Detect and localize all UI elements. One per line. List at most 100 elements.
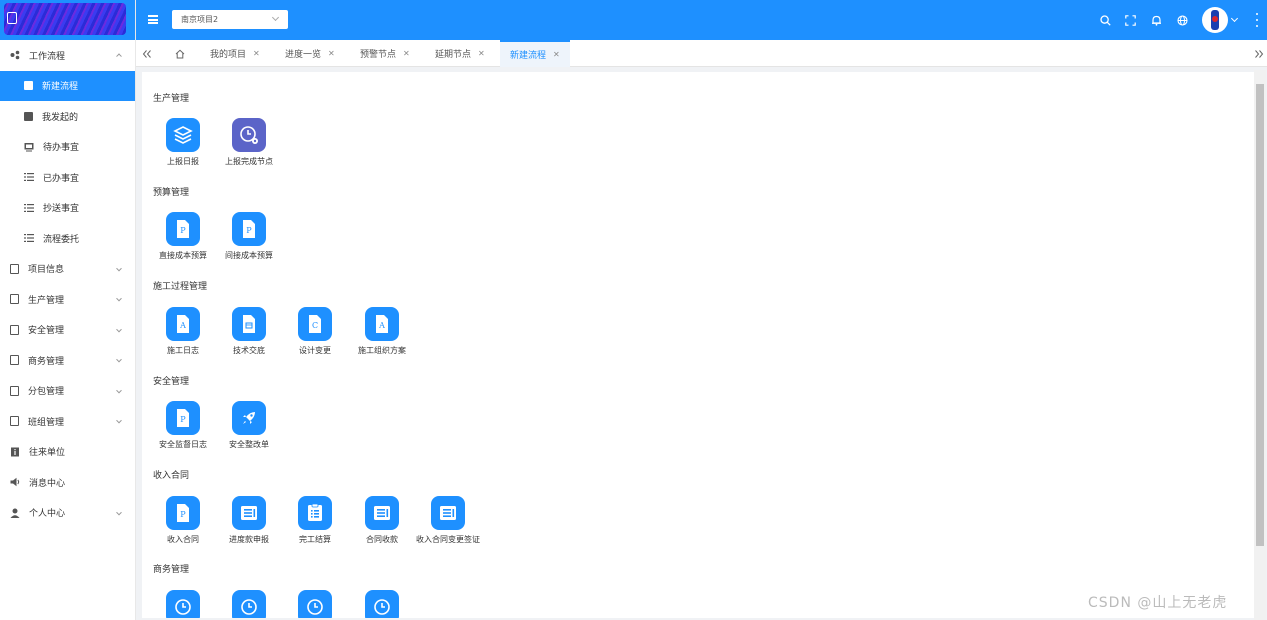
sidebar-item-label: 新建流程 bbox=[42, 82, 79, 93]
app-contract-change-visa[interactable]: 收入合同变更签证 bbox=[413, 496, 483, 545]
sidebar-item-label: 我发起的 bbox=[42, 112, 79, 123]
tab-warning-nodes[interactable]: 预警节点 ✕ bbox=[350, 40, 420, 67]
app-tech-briefing[interactable]: 技术交底 bbox=[214, 307, 284, 356]
app-design-change[interactable]: C 设计变更 bbox=[280, 307, 350, 356]
app-progress-payment[interactable]: 进度款申报 bbox=[214, 496, 284, 545]
bell-icon[interactable] bbox=[1149, 13, 1163, 27]
close-icon[interactable]: ✕ bbox=[553, 50, 560, 59]
close-icon[interactable]: ✕ bbox=[478, 49, 485, 58]
app-label: 收入合同 bbox=[167, 535, 199, 544]
close-icon[interactable]: ✕ bbox=[328, 49, 335, 58]
tab-my-projects[interactable]: 我的项目 ✕ bbox=[200, 40, 270, 67]
app-completion-settlement[interactable]: 完工结算 bbox=[280, 496, 350, 545]
sidebar-item-my-started[interactable]: 我发起的 bbox=[0, 101, 135, 132]
tabs-scroll-left-icon[interactable] bbox=[136, 40, 158, 67]
tab-label: 我的项目 bbox=[210, 50, 247, 60]
file-p-icon: P bbox=[166, 496, 200, 530]
sidebar-item-todo[interactable]: 待办事宜 bbox=[0, 132, 135, 163]
sidebar-item-workflow[interactable]: 工作流程 bbox=[0, 40, 135, 71]
tabs-scroll-right-icon[interactable] bbox=[1248, 40, 1267, 67]
sidebar-item-new-process[interactable]: 新建流程 bbox=[0, 70, 135, 101]
home-icon[interactable] bbox=[175, 48, 185, 59]
search-icon[interactable] bbox=[1098, 13, 1112, 27]
app-direct-cost-budget[interactable]: P 直接成本预算 bbox=[148, 212, 218, 261]
svg-text:A: A bbox=[179, 321, 186, 330]
svg-text:P: P bbox=[246, 226, 252, 235]
tab-label: 预警节点 bbox=[360, 50, 397, 60]
tab-delayed-nodes[interactable]: 延期节点 ✕ bbox=[425, 40, 495, 67]
app-business-item[interactable] bbox=[148, 590, 218, 618]
tab-new-process[interactable]: 新建流程 ✕ bbox=[500, 40, 570, 67]
globe-icon[interactable] bbox=[1175, 13, 1189, 27]
tab-progress-overview[interactable]: 进度一览 ✕ bbox=[275, 40, 345, 67]
app-label: 设计变更 bbox=[299, 346, 331, 355]
app-safety-log[interactable]: P 安全监督日志 bbox=[148, 401, 218, 450]
list-icon bbox=[24, 203, 34, 213]
svg-text:P: P bbox=[180, 510, 186, 519]
app-contract-receipt[interactable]: 合同收款 bbox=[347, 496, 417, 545]
chevron-down-icon bbox=[116, 509, 122, 516]
watermark: CSDN @山上无老虎 bbox=[1088, 595, 1228, 611]
sidebar-item-messages[interactable]: 消息中心 bbox=[0, 467, 135, 498]
app-label: 施工组织方案 bbox=[358, 346, 406, 355]
tab-label: 新建流程 bbox=[510, 51, 547, 61]
sidebar-item-business[interactable]: 商务管理 bbox=[0, 345, 135, 376]
sidebar-item-profile[interactable]: 个人中心 bbox=[0, 498, 135, 529]
sidebar-item-done[interactable]: 已办事宜 bbox=[0, 162, 135, 193]
app-label: 收入合同变更签证 bbox=[416, 535, 480, 544]
svg-text:P: P bbox=[180, 226, 186, 235]
section-title: 收入合同 bbox=[153, 471, 190, 481]
chevron-down-icon bbox=[116, 357, 122, 363]
sidebar-item-label: 待办事宜 bbox=[43, 143, 80, 154]
sidebar-item-safety[interactable]: 安全管理 bbox=[0, 315, 135, 346]
close-icon[interactable]: ✕ bbox=[403, 49, 410, 58]
avatar[interactable] bbox=[1202, 7, 1228, 33]
app-label: 技术交底 bbox=[233, 346, 265, 355]
chevron-down-icon[interactable] bbox=[1230, 14, 1239, 23]
document-icon bbox=[10, 294, 19, 305]
sidebar-item-label: 分包管理 bbox=[28, 387, 65, 398]
sidebar-item-label: 抄送事宜 bbox=[43, 204, 80, 215]
sidebar-item-production[interactable]: 生产管理 bbox=[0, 284, 135, 315]
app-safety-rectification[interactable]: 安全整改单 bbox=[214, 401, 284, 450]
project-select[interactable]: 南京项目2 bbox=[172, 10, 288, 29]
document-icon bbox=[10, 355, 19, 366]
app-indirect-cost-budget[interactable]: P 间接成本预算 bbox=[214, 212, 284, 261]
app-business-item[interactable] bbox=[214, 590, 284, 618]
chevron-down-icon bbox=[116, 296, 122, 302]
app-construction-log[interactable]: A 施工日志 bbox=[148, 307, 218, 356]
checklist-icon bbox=[298, 496, 332, 530]
document-icon bbox=[10, 324, 19, 335]
sidebar-item-label: 流程委托 bbox=[43, 234, 80, 245]
tab-label: 进度一览 bbox=[285, 50, 322, 60]
workflow-icon bbox=[10, 50, 20, 60]
sidebar-item-delegate[interactable]: 流程委托 bbox=[0, 223, 135, 254]
app-label: 直接成本预算 bbox=[159, 251, 207, 260]
fullscreen-icon[interactable] bbox=[1123, 13, 1137, 27]
app-income-contract[interactable]: P 收入合同 bbox=[148, 496, 218, 545]
section-title: 安全管理 bbox=[153, 377, 190, 387]
logo-mark-icon bbox=[7, 12, 17, 24]
app-daily-report[interactable]: 上报日报 bbox=[148, 118, 218, 167]
scrollbar-thumb[interactable] bbox=[1256, 84, 1264, 546]
more-vertical-icon[interactable] bbox=[1256, 13, 1259, 27]
sidebar-item-label: 已办事宜 bbox=[43, 173, 80, 184]
sidebar-item-label: 个人中心 bbox=[29, 509, 66, 520]
clock-icon bbox=[166, 590, 200, 618]
list-icon bbox=[24, 233, 34, 243]
file-a-icon: A bbox=[166, 307, 200, 341]
sidebar-item-partners[interactable]: 往来单位 bbox=[0, 437, 135, 468]
sidebar-item-team[interactable]: 班组管理 bbox=[0, 406, 135, 437]
sidebar-item-subcontract[interactable]: 分包管理 bbox=[0, 376, 135, 407]
sidebar-item-cc[interactable]: 抄送事宜 bbox=[0, 193, 135, 224]
app-construction-plan[interactable]: A 施工组织方案 bbox=[347, 307, 417, 356]
sidebar-item-project-info[interactable]: 项目信息 bbox=[0, 254, 135, 285]
app-report-completed-node[interactable]: 上报完成节点 bbox=[214, 118, 284, 167]
app-business-item[interactable] bbox=[347, 590, 417, 618]
chevron-down-icon bbox=[271, 13, 280, 22]
menu-toggle-icon[interactable] bbox=[148, 15, 158, 24]
app-label: 合同收款 bbox=[366, 535, 398, 544]
app-business-item[interactable] bbox=[280, 590, 350, 618]
close-icon[interactable]: ✕ bbox=[253, 49, 260, 58]
logo bbox=[0, 0, 135, 40]
